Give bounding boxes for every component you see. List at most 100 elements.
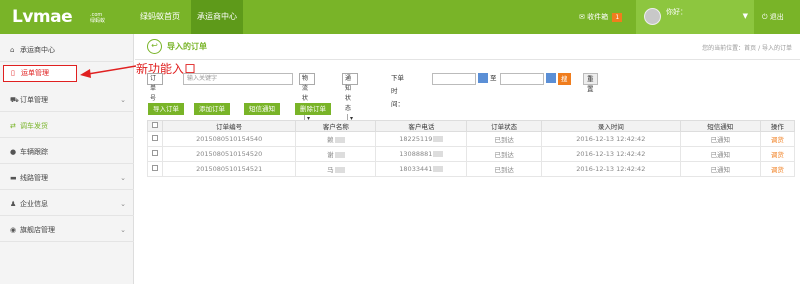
time-cell: 2016-12-13 12:42:42 <box>540 161 681 177</box>
sidebar-item-label: 线路管理 <box>20 174 48 182</box>
calendar-icon[interactable] <box>546 73 556 83</box>
sidebar-item-label: 调车发货 <box>20 122 48 130</box>
sidebar-item-vehicle-tracking[interactable]: ● 车辆跟踪 <box>0 140 134 164</box>
logout-button[interactable]: ⏻ 退出 <box>762 0 784 34</box>
order-time-label: 下单时间： <box>391 74 404 108</box>
column-header: 短信通知 <box>679 120 761 132</box>
status-cell: 已到达 <box>466 146 542 162</box>
sms-cell: 已通知 <box>679 131 761 147</box>
sidebar-item-dispatch[interactable]: ⇄ 调车发货 <box>0 114 134 138</box>
end-date-input[interactable] <box>500 73 544 85</box>
field-select[interactable]: 订单号▾ <box>147 73 163 114</box>
sidebar-item-label: 订单管理 <box>20 96 48 104</box>
sidebar-item-carrier-center[interactable]: ⌂ 承运商中心 <box>0 38 134 62</box>
inbox-link[interactable]: ✉ 收件箱 1 <box>579 0 623 34</box>
row-select-cell[interactable] <box>147 146 163 162</box>
logistics-status-select[interactable]: 物流状态▾ <box>299 73 315 124</box>
order-no-cell: 2015080510154521 <box>161 161 297 177</box>
cart-icon: ⛟ <box>10 96 19 104</box>
truck-icon: ▬ <box>10 174 17 182</box>
table-header-row: 订单编号 客户名称 客户电话 订单状态 录入时间 短信通知 操作 <box>147 120 796 132</box>
column-header: 订单编号 <box>161 120 297 132</box>
start-date-input[interactable] <box>432 73 476 85</box>
location-icon: ● <box>10 148 17 156</box>
top-bar: Lvmae .com 绿蚂蚁 绿蚂蚁首页 承运商中心 ✉ 收件箱 1 你好： ▼… <box>0 0 800 34</box>
exchange-icon: ⇄ <box>10 122 16 130</box>
column-header: 操作 <box>759 120 796 132</box>
inbox-label: 收件箱 <box>587 13 609 21</box>
greeting-text: 你好： <box>666 8 687 16</box>
phone-number: 13088881 <box>399 150 433 158</box>
row-select-cell[interactable] <box>147 161 163 177</box>
orders-table: 订单编号 客户名称 客户电话 订单状态 录入时间 短信通知 操作 2015080… <box>147 120 796 177</box>
customer-name: 马 <box>327 166 334 174</box>
sidebar-item-label: 企业信息 <box>20 200 48 208</box>
sidebar-item-company-info[interactable]: ♟ 企业信息 ⌄ <box>0 192 134 216</box>
chevron-down-icon: ⌄ <box>120 226 126 234</box>
user-plus-icon: ♟ <box>10 200 17 208</box>
inbox-count-badge: 1 <box>612 13 623 22</box>
import-icon: ↩ <box>147 39 162 54</box>
power-icon: ⏻ <box>762 13 768 21</box>
sidebar-item-label: 承运商中心 <box>20 46 55 54</box>
status-cell: 已到达 <box>466 131 542 147</box>
sms-status-value: 通知状态 <box>345 75 352 112</box>
keyword-placeholder: 输入关键字 <box>187 75 218 82</box>
sidebar-item-label: 运单管理 <box>21 69 49 77</box>
row-checkbox[interactable] <box>151 150 158 156</box>
home-icon: ⌂ <box>10 46 15 54</box>
logo[interactable]: Lvmae <box>12 7 73 27</box>
dispatch-link[interactable]: 调货 <box>759 161 796 177</box>
chevron-down-icon: ⌄ <box>120 200 126 208</box>
caret-down-icon: ▼ <box>742 12 748 20</box>
phone-cell: 18225119 <box>375 131 468 147</box>
logo-subtitle: .com 绿蚂蚁 <box>90 12 105 24</box>
table-row: 2015080510154540 赖 18225119 已到达 2016-12-… <box>147 131 796 147</box>
nav-home-link[interactable]: 绿蚂蚁首页 <box>135 0 185 34</box>
sidebar-item-routes[interactable]: ▬ 线路管理 ⌄ <box>0 166 134 190</box>
table-row: 2015080510154520 谢 13088881 已到达 2016-12-… <box>147 146 796 162</box>
row-checkbox[interactable] <box>151 135 158 141</box>
annotation-arrow <box>80 65 137 78</box>
column-header: 录入时间 <box>540 120 681 132</box>
field-select-value: 订单号 <box>150 75 157 102</box>
status-cell: 已到达 <box>466 161 542 177</box>
table-row: 2015080510154521 马 18033441 已到达 2016-12-… <box>147 161 796 177</box>
sidebar-item-flagship-store[interactable]: ◉ 旗舰店管理 ⌄ <box>0 218 134 242</box>
dispatch-link[interactable]: 调货 <box>759 131 796 147</box>
redaction <box>334 137 345 143</box>
customer-name: 谢 <box>327 151 334 159</box>
time-cell: 2016-12-13 12:42:42 <box>540 146 681 162</box>
select-all-cell[interactable] <box>147 120 163 132</box>
nav-carrier-center[interactable]: 承运商中心 <box>191 0 243 34</box>
mail-icon: ✉ <box>579 13 585 21</box>
dispatch-link[interactable]: 调货 <box>759 146 796 162</box>
column-header: 客户名称 <box>295 120 377 132</box>
redaction <box>433 151 444 157</box>
user-menu[interactable]: 你好： ▼ <box>636 0 754 34</box>
customer-cell: 赖 <box>295 131 377 147</box>
phone-number: 18033441 <box>399 165 433 173</box>
import-order-button[interactable]: 导入订单 <box>148 103 184 115</box>
sidebar-item-waybill[interactable]: ▯ 运单管理 <box>3 65 77 82</box>
select-all-checkbox[interactable] <box>151 122 158 128</box>
logo-cn-name: 绿蚂蚁 <box>90 18 106 24</box>
keyword-input[interactable]: 输入关键字 <box>183 73 293 85</box>
phone-cell: 13088881 <box>375 146 468 162</box>
sms-status-select[interactable]: 通知状态▾ <box>342 73 358 124</box>
row-select-cell[interactable] <box>147 131 163 147</box>
breadcrumb: 您的当前位置：首页 / 导入的订单 <box>702 45 792 52</box>
avatar <box>644 8 661 25</box>
sms-cell: 已通知 <box>679 161 761 177</box>
calendar-icon[interactable] <box>478 73 488 83</box>
sms-notify-button[interactable]: 短信通知 <box>244 103 280 115</box>
delete-order-button[interactable]: 删除订单 <box>295 103 331 115</box>
reset-button[interactable]: 重 置 <box>583 73 598 93</box>
search-button[interactable]: 搜 索 <box>558 73 571 95</box>
order-no-cell: 2015080510154540 <box>161 131 297 147</box>
row-checkbox[interactable] <box>151 165 158 171</box>
main-content: ↩ 导入的订单 您的当前位置：首页 / 导入的订单 订单号▾ 输入关键字 物流状… <box>135 34 800 284</box>
add-order-button[interactable]: 添加订单 <box>194 103 230 115</box>
sidebar-item-orders[interactable]: ⛟订单管理 ⌄ <box>0 88 134 112</box>
phone-cell: 18033441 <box>375 161 468 177</box>
